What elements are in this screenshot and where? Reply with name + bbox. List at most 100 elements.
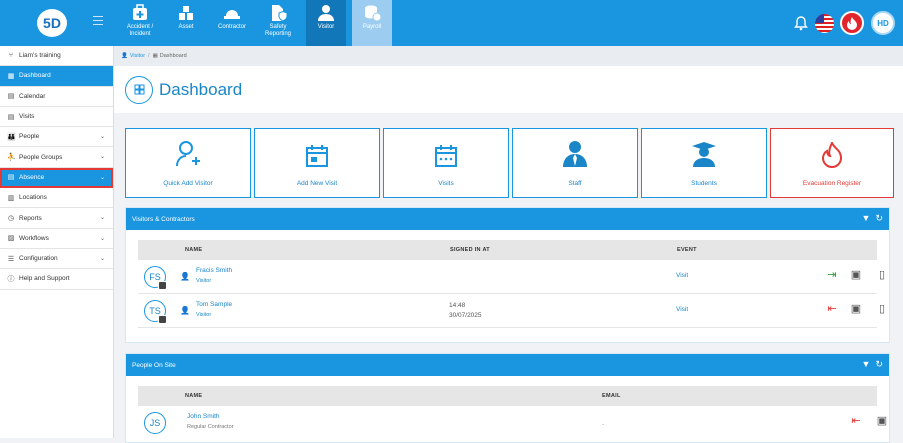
dashboard-icon xyxy=(125,75,153,104)
evacuation-fire-button[interactable] xyxy=(840,11,864,35)
graduate-icon xyxy=(692,142,716,167)
sidebar-item-locations[interactable]: ▥ Locations xyxy=(0,188,113,209)
panel-header: Visitors & Contractors ▼ ↻ xyxy=(126,208,889,230)
tile-add-new-visit[interactable]: Add New Visit xyxy=(254,128,380,198)
person-icon xyxy=(318,5,334,21)
sidebar-item-label: People xyxy=(19,133,40,141)
people-icon: 👪 xyxy=(7,133,16,141)
us-flag-icon[interactable] xyxy=(815,13,834,33)
sign-out-icon[interactable]: ⇤ xyxy=(850,415,862,427)
grid-icon: ▦ xyxy=(7,72,15,80)
staff-icon xyxy=(563,141,587,167)
sign-out-icon[interactable]: ⇤ xyxy=(826,303,838,315)
person-status-icon: 👤 xyxy=(180,306,190,315)
tile-label: Add New Visit xyxy=(296,180,338,187)
module-contractor[interactable]: Contractor xyxy=(212,0,252,46)
person-name[interactable]: John Smith xyxy=(187,413,220,420)
add-user-icon xyxy=(176,141,200,167)
tile-label: Staff xyxy=(568,180,582,187)
person-type: Visitor xyxy=(196,312,212,318)
event-link[interactable]: Visit xyxy=(676,306,688,313)
sign-in-icon[interactable]: ⇥ xyxy=(826,269,838,281)
tile-label: Students xyxy=(691,180,717,187)
refresh-icon[interactable]: ↻ xyxy=(875,214,883,223)
question-icon: ⓘ xyxy=(7,275,15,283)
tile-students[interactable]: Students xyxy=(641,128,767,198)
toggle-icon: ☰ xyxy=(7,255,15,263)
fire-icon xyxy=(847,17,857,30)
column-name: NAME xyxy=(185,247,203,253)
module-safety-reporting[interactable]: Safety Reporting xyxy=(258,0,298,46)
sidebar-item-training[interactable]: ⑂ Liam's training xyxy=(0,46,113,67)
sidebar-item-label: Workflows xyxy=(19,234,49,242)
sidebar-item-configuration[interactable]: ☰ Configuration ⌄ xyxy=(0,249,113,270)
bell-icon[interactable] xyxy=(793,15,809,31)
module-accident-incident[interactable]: Accident / Incident xyxy=(120,0,160,46)
id-card-icon[interactable]: ▣ xyxy=(876,415,888,427)
person-icon: 👤 xyxy=(121,53,128,59)
chevron-down-icon: ⌄ xyxy=(99,174,105,181)
person-type: Visitor xyxy=(196,278,212,284)
module-label: Contractor xyxy=(217,24,246,30)
tile-staff[interactable]: Staff xyxy=(512,128,638,198)
sidebar-item-label: Visits xyxy=(19,113,35,121)
breadcrumb-root[interactable]: Visitor xyxy=(130,53,145,59)
module-asset[interactable]: Asset xyxy=(166,0,206,46)
id-card-icon[interactable]: ▣ xyxy=(850,303,862,315)
logo[interactable]: 5D xyxy=(35,7,69,39)
panel-title: Visitors & Contractors xyxy=(132,215,195,223)
user-avatar[interactable]: HD xyxy=(871,11,895,35)
person-name[interactable]: Fracis Smith xyxy=(196,267,232,274)
person-status-icon: 👤 xyxy=(180,272,190,281)
sidebar-item-absence[interactable]: ▤ Absence ⌄ xyxy=(0,167,113,189)
table-row[interactable]: FS 👤 Fracis Smith Visitor Visit ⇥ ▣ ▯ xyxy=(138,260,885,294)
sidebar-item-visits[interactable]: ▤ Visits xyxy=(0,107,113,128)
tile-quick-add-visitor[interactable]: Quick Add Visitor xyxy=(125,128,251,198)
person-email: - xyxy=(602,421,605,428)
sidebar-item-label: Help and Support xyxy=(19,275,70,283)
chevron-down-icon: ⌄ xyxy=(99,235,105,242)
sidebar-item-people[interactable]: 👪 People ⌄ xyxy=(0,127,113,148)
sidebar-item-help[interactable]: ⓘ Help and Support xyxy=(0,269,113,290)
module-visitor[interactable]: Visitor xyxy=(306,0,346,46)
panel-title: People On Site xyxy=(132,361,176,369)
door-icon[interactable]: ▯ xyxy=(876,303,888,315)
table-header: NAME EMAIL xyxy=(138,386,877,406)
filter-icon[interactable]: ▼ xyxy=(862,214,871,223)
sidebar-item-people-groups[interactable]: ⛹ People Groups ⌄ xyxy=(0,147,113,168)
sidebar-item-calendar[interactable]: ▤ Calendar xyxy=(0,87,113,107)
table-row[interactable]: JS John Smith Regular Contractor - ⇤ ▣ xyxy=(138,406,887,440)
refresh-icon[interactable]: ↻ xyxy=(875,360,883,369)
filter-icon[interactable]: ▼ xyxy=(862,360,871,369)
logo-area: 5D xyxy=(0,0,114,46)
table-row[interactable]: TS 👤 Tom Sample Visitor 14:48 30/07/2025 … xyxy=(138,294,885,328)
chevron-down-icon: ⌄ xyxy=(99,154,105,161)
calendar-icon xyxy=(306,145,328,167)
tile-evacuation-register[interactable]: Evacuation Register xyxy=(770,128,894,198)
breadcrumb: 👤 Visitor / ▦ Dashboard xyxy=(114,46,903,66)
column-event: EVENT xyxy=(677,247,697,253)
sidebar-item-label: Locations xyxy=(19,194,47,202)
signed-in-at: 14:48 30/07/2025 xyxy=(449,302,482,319)
page-title: Dashboard xyxy=(159,79,243,99)
person-name[interactable]: Tom Sample xyxy=(196,301,232,308)
hamburger-menu-icon[interactable] xyxy=(93,16,103,25)
id-card-icon[interactable]: ▣ xyxy=(850,269,862,281)
event-link[interactable]: Visit xyxy=(676,272,688,279)
door-icon[interactable]: ▯ xyxy=(876,269,888,281)
id-badge-icon xyxy=(158,315,167,324)
fire-icon xyxy=(822,142,842,168)
quick-action-tiles: Quick Add Visitor Add New Visit Visits S… xyxy=(125,128,894,198)
tile-visits[interactable]: Visits xyxy=(383,128,509,198)
module-payroll[interactable]: Payroll xyxy=(352,0,392,46)
panel-header: People On Site ▼ ↻ xyxy=(126,354,889,376)
tile-label: Quick Add Visitor xyxy=(163,180,213,187)
module-label: Safety Reporting xyxy=(264,24,291,37)
chevron-down-icon: ⌄ xyxy=(99,134,105,141)
sidebar-item-label: Dashboard xyxy=(19,72,51,80)
sidebar-item-label: Liam's training xyxy=(19,52,61,60)
sidebar-item-reports[interactable]: ◷ Reports ⌄ xyxy=(0,208,113,229)
sidebar-item-label: Reports xyxy=(19,214,42,222)
sidebar-item-dashboard[interactable]: ▦ Dashboard xyxy=(0,66,113,87)
sidebar-item-workflows[interactable]: ▨ Workflows ⌄ xyxy=(0,229,113,249)
